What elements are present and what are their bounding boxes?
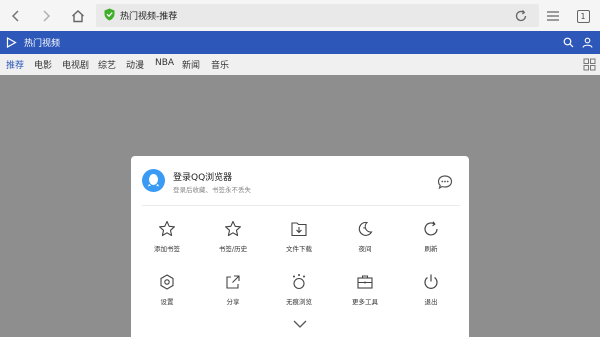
category-grid-button[interactable] bbox=[583, 58, 596, 71]
tab-anime[interactable]: 动漫 bbox=[126, 58, 144, 71]
tab-switcher-button[interactable]: 1 bbox=[571, 4, 595, 28]
menu-item-label: 刷新 bbox=[424, 245, 438, 253]
category-tabs: 推荐 电影 电视剧 综艺 动漫 NBA 新闻 音乐 bbox=[0, 54, 600, 75]
menu-item-exit[interactable]: 退出 bbox=[400, 273, 462, 311]
menu-divider bbox=[142, 205, 460, 206]
tab-recommend[interactable]: 推荐 bbox=[6, 58, 24, 71]
menu-item-label: 添加书签 bbox=[154, 245, 180, 253]
browser-toolbar: 热门视频-推荐 1 bbox=[0, 0, 600, 31]
toolbox-icon bbox=[357, 275, 373, 289]
chevron-left-icon bbox=[11, 10, 19, 22]
menu-item-bookmarks-history[interactable]: 书签/历史 bbox=[202, 220, 264, 258]
forward-button[interactable] bbox=[34, 4, 58, 28]
hamburger-menu-icon bbox=[547, 11, 559, 21]
chevron-down-icon bbox=[293, 320, 307, 328]
tab-variety[interactable]: 综艺 bbox=[98, 58, 116, 71]
tab-count: 1 bbox=[576, 9, 590, 23]
menu-item-label: 退出 bbox=[424, 298, 438, 306]
messages-button[interactable] bbox=[437, 174, 453, 190]
menu-button[interactable] bbox=[541, 4, 565, 28]
moon-icon bbox=[358, 221, 373, 236]
address-bar[interactable]: 热门视频-推荐 bbox=[96, 4, 539, 27]
tab-tv-series[interactable]: 电视剧 bbox=[62, 58, 89, 71]
search-button[interactable] bbox=[561, 35, 576, 50]
menu-item-incognito[interactable]: 无痕浏览 bbox=[268, 273, 330, 311]
qq-penguin-icon bbox=[148, 174, 159, 187]
menu-item-settings[interactable]: 设置 bbox=[136, 273, 198, 311]
security-shield-icon bbox=[104, 8, 115, 21]
menu-item-label: 书签/历史 bbox=[218, 245, 248, 253]
address-title: 热门视频-推荐 bbox=[120, 12, 178, 22]
menu-item-label: 设置 bbox=[160, 298, 174, 306]
home-icon bbox=[72, 10, 84, 23]
menu-item-share[interactable]: 分享 bbox=[202, 273, 264, 311]
tab-music[interactable]: 音乐 bbox=[211, 58, 229, 71]
play-outline-icon bbox=[6, 37, 17, 48]
menu-item-label: 夜间 bbox=[358, 245, 372, 253]
menu-item-label: 更多工具 bbox=[352, 298, 378, 306]
refresh-icon bbox=[515, 10, 527, 22]
tab-movies[interactable]: 电影 bbox=[34, 58, 52, 71]
back-button[interactable] bbox=[4, 4, 28, 28]
tab-nba[interactable]: NBA bbox=[155, 58, 174, 68]
menu-item-downloads[interactable]: 文件下载 bbox=[268, 220, 330, 258]
incognito-icon bbox=[293, 274, 305, 290]
power-icon bbox=[424, 274, 438, 289]
tab-news[interactable]: 新闻 bbox=[182, 58, 200, 71]
menu-item-label: 文件下载 bbox=[286, 245, 312, 253]
login-title[interactable]: 登录QQ浏览器 bbox=[173, 170, 232, 183]
chat-bubble-icon bbox=[437, 175, 453, 190]
grid-icon bbox=[583, 58, 596, 71]
star-outline-icon bbox=[225, 220, 241, 237]
share-icon bbox=[226, 275, 240, 289]
refresh-button[interactable] bbox=[509, 4, 533, 28]
menu-item-label: 分享 bbox=[226, 298, 240, 306]
download-folder-icon bbox=[291, 222, 307, 237]
page-title: 热门视频 bbox=[24, 39, 61, 49]
refresh-icon bbox=[424, 221, 438, 236]
menu-item-refresh[interactable]: 刷新 bbox=[400, 220, 462, 258]
expand-menu-button[interactable] bbox=[292, 319, 308, 329]
login-subtitle: 登录后收藏、书签永不丢失 bbox=[173, 186, 251, 194]
menu-item-night-mode[interactable]: 夜间 bbox=[334, 220, 396, 258]
hexagon-settings-icon bbox=[160, 274, 174, 290]
page-header: 热门视频 bbox=[0, 31, 600, 54]
menu-item-add-bookmark[interactable]: 添加书签 bbox=[136, 220, 198, 258]
star-outline-icon bbox=[159, 220, 175, 237]
qq-avatar[interactable] bbox=[142, 169, 165, 192]
chevron-right-icon bbox=[43, 10, 51, 22]
user-button[interactable] bbox=[580, 35, 595, 50]
menu-item-label: 无痕浏览 bbox=[286, 298, 312, 306]
menu-item-more-tools[interactable]: 更多工具 bbox=[334, 273, 396, 311]
search-icon bbox=[563, 37, 574, 48]
user-icon bbox=[582, 37, 593, 48]
home-button[interactable] bbox=[66, 4, 90, 28]
browser-menu-sheet: 登录QQ浏览器 登录后收藏、书签永不丢失 添加书签 书签/历史 文件下载 夜间 … bbox=[131, 156, 469, 337]
